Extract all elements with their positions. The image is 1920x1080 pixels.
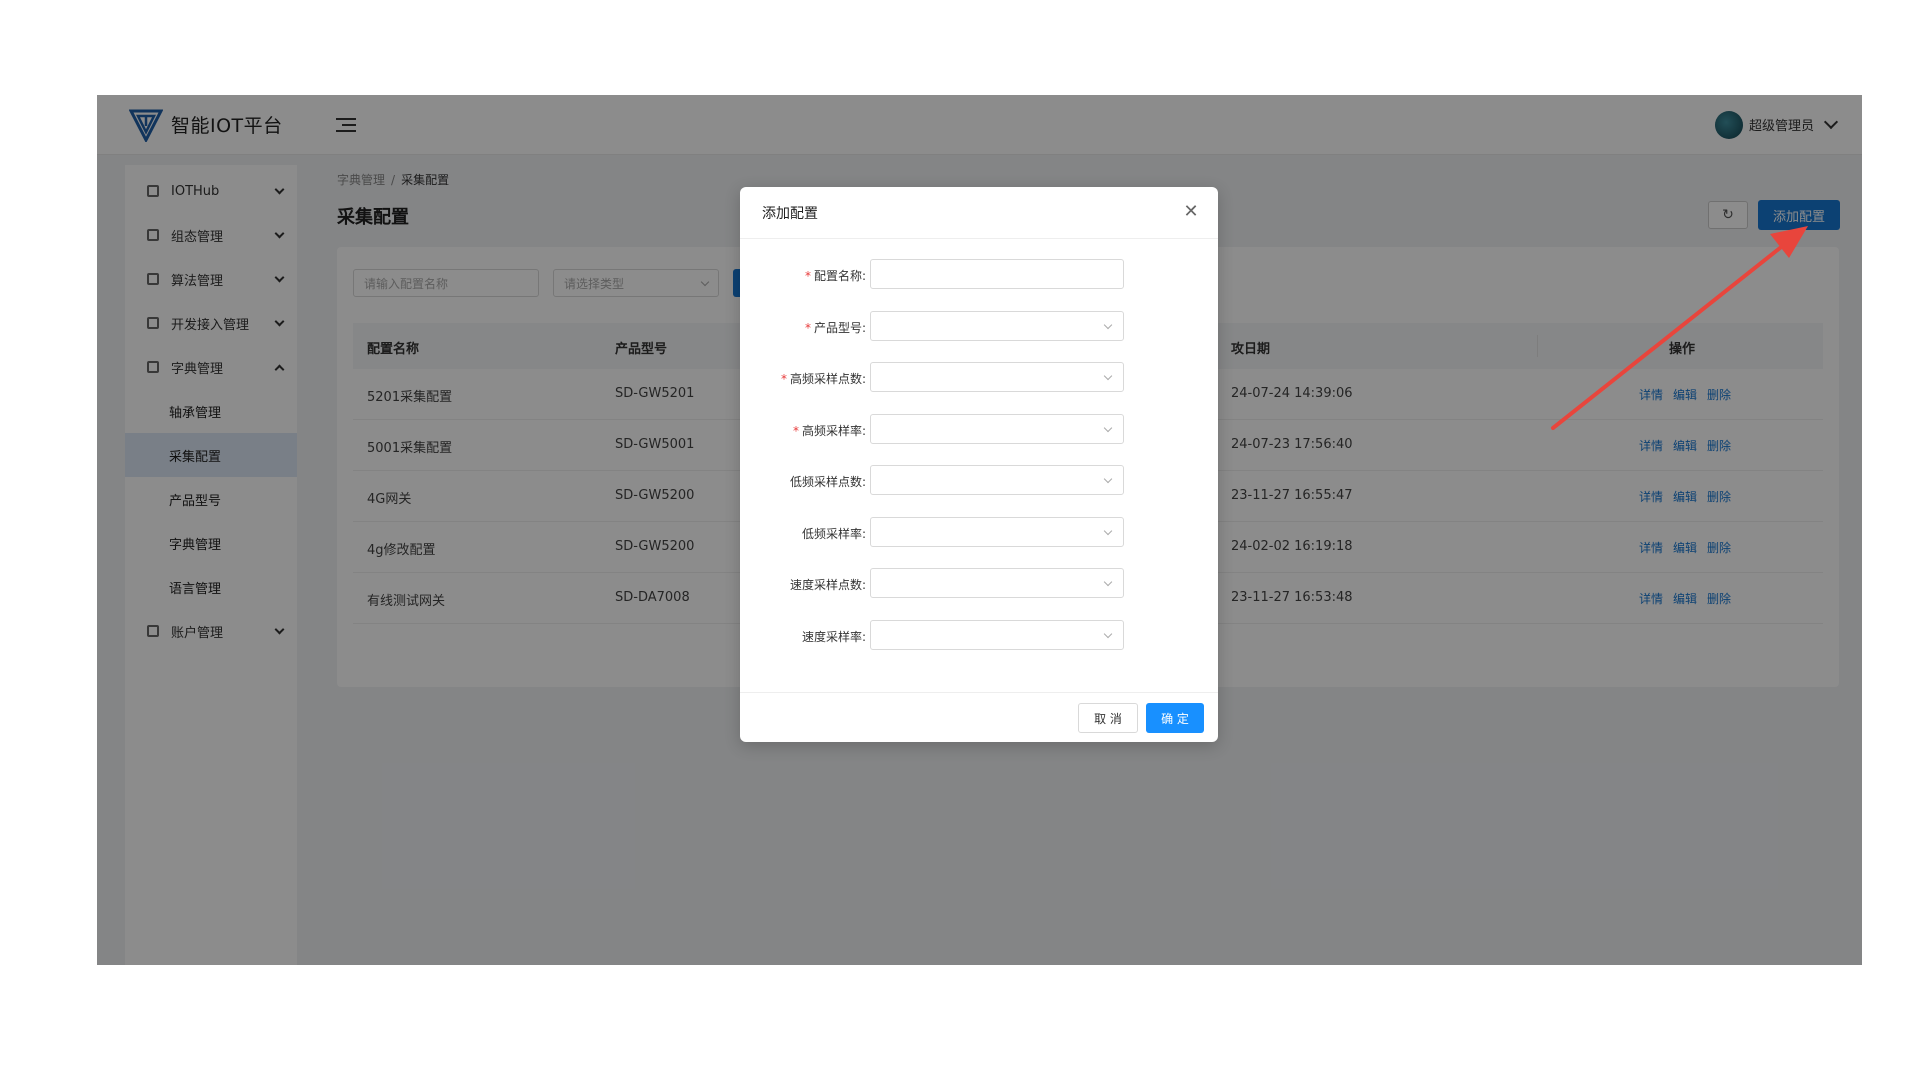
lf-sample-rate-select[interactable] [870,517,1124,547]
speed-sample-points-select[interactable] [870,568,1124,598]
chevron-down-icon [1103,423,1113,433]
chevron-down-icon [1103,629,1113,639]
config-name-input[interactable] [870,259,1124,289]
field-label: * 高频采样率: [792,424,866,438]
lf-sample-points-select[interactable] [870,465,1124,495]
chevron-down-icon [1103,577,1113,587]
dialog-footer: 取 消 确 定 [740,692,1218,742]
form-row-product-model: * 产品型号: [740,311,1218,343]
required-mark: * [804,321,811,335]
form-row-config-name: * 配置名称: [740,259,1218,291]
form-row-speed-rate: 速度采样率: [740,620,1218,652]
field-label: * 高频采样点数: [780,372,866,386]
required-mark: * [804,269,811,283]
form-row-lf-rate: 低频采样率: [740,517,1218,549]
chevron-down-icon [1103,526,1113,536]
chevron-down-icon [1103,371,1113,381]
form-row-speed-points: 速度采样点数: [740,568,1218,600]
chevron-down-icon [1103,320,1113,330]
field-label: 速度采样率: [801,630,866,644]
product-model-select[interactable] [870,311,1124,341]
close-icon[interactable]: ✕ [1182,203,1200,221]
hf-sample-points-select[interactable] [870,362,1124,392]
field-label: 低频采样率: [801,527,866,541]
form-row-hf-rate: * 高频采样率: [740,414,1218,446]
field-label: 速度采样点数: [789,578,866,592]
dialog-header: 添加配置 [740,187,1218,239]
required-mark: * [780,372,787,386]
confirm-button[interactable]: 确 定 [1146,703,1204,733]
hf-sample-rate-select[interactable] [870,414,1124,444]
speed-sample-rate-select[interactable] [870,620,1124,650]
field-label: * 配置名称: [804,269,866,283]
dialog-title: 添加配置 [762,205,818,222]
required-mark: * [792,424,799,438]
add-config-dialog: 添加配置 ✕ * 配置名称: * 产品型号: * 高频采样点数: * 高频采样率: 低频… [740,187,1218,742]
field-label: 低频采样点数: [789,475,866,489]
form-row-hf-points: * 高频采样点数: [740,362,1218,394]
cancel-button[interactable]: 取 消 [1078,703,1138,733]
field-label: * 产品型号: [804,321,866,335]
form-row-lf-points: 低频采样点数: [740,465,1218,497]
chevron-down-icon [1103,474,1113,484]
